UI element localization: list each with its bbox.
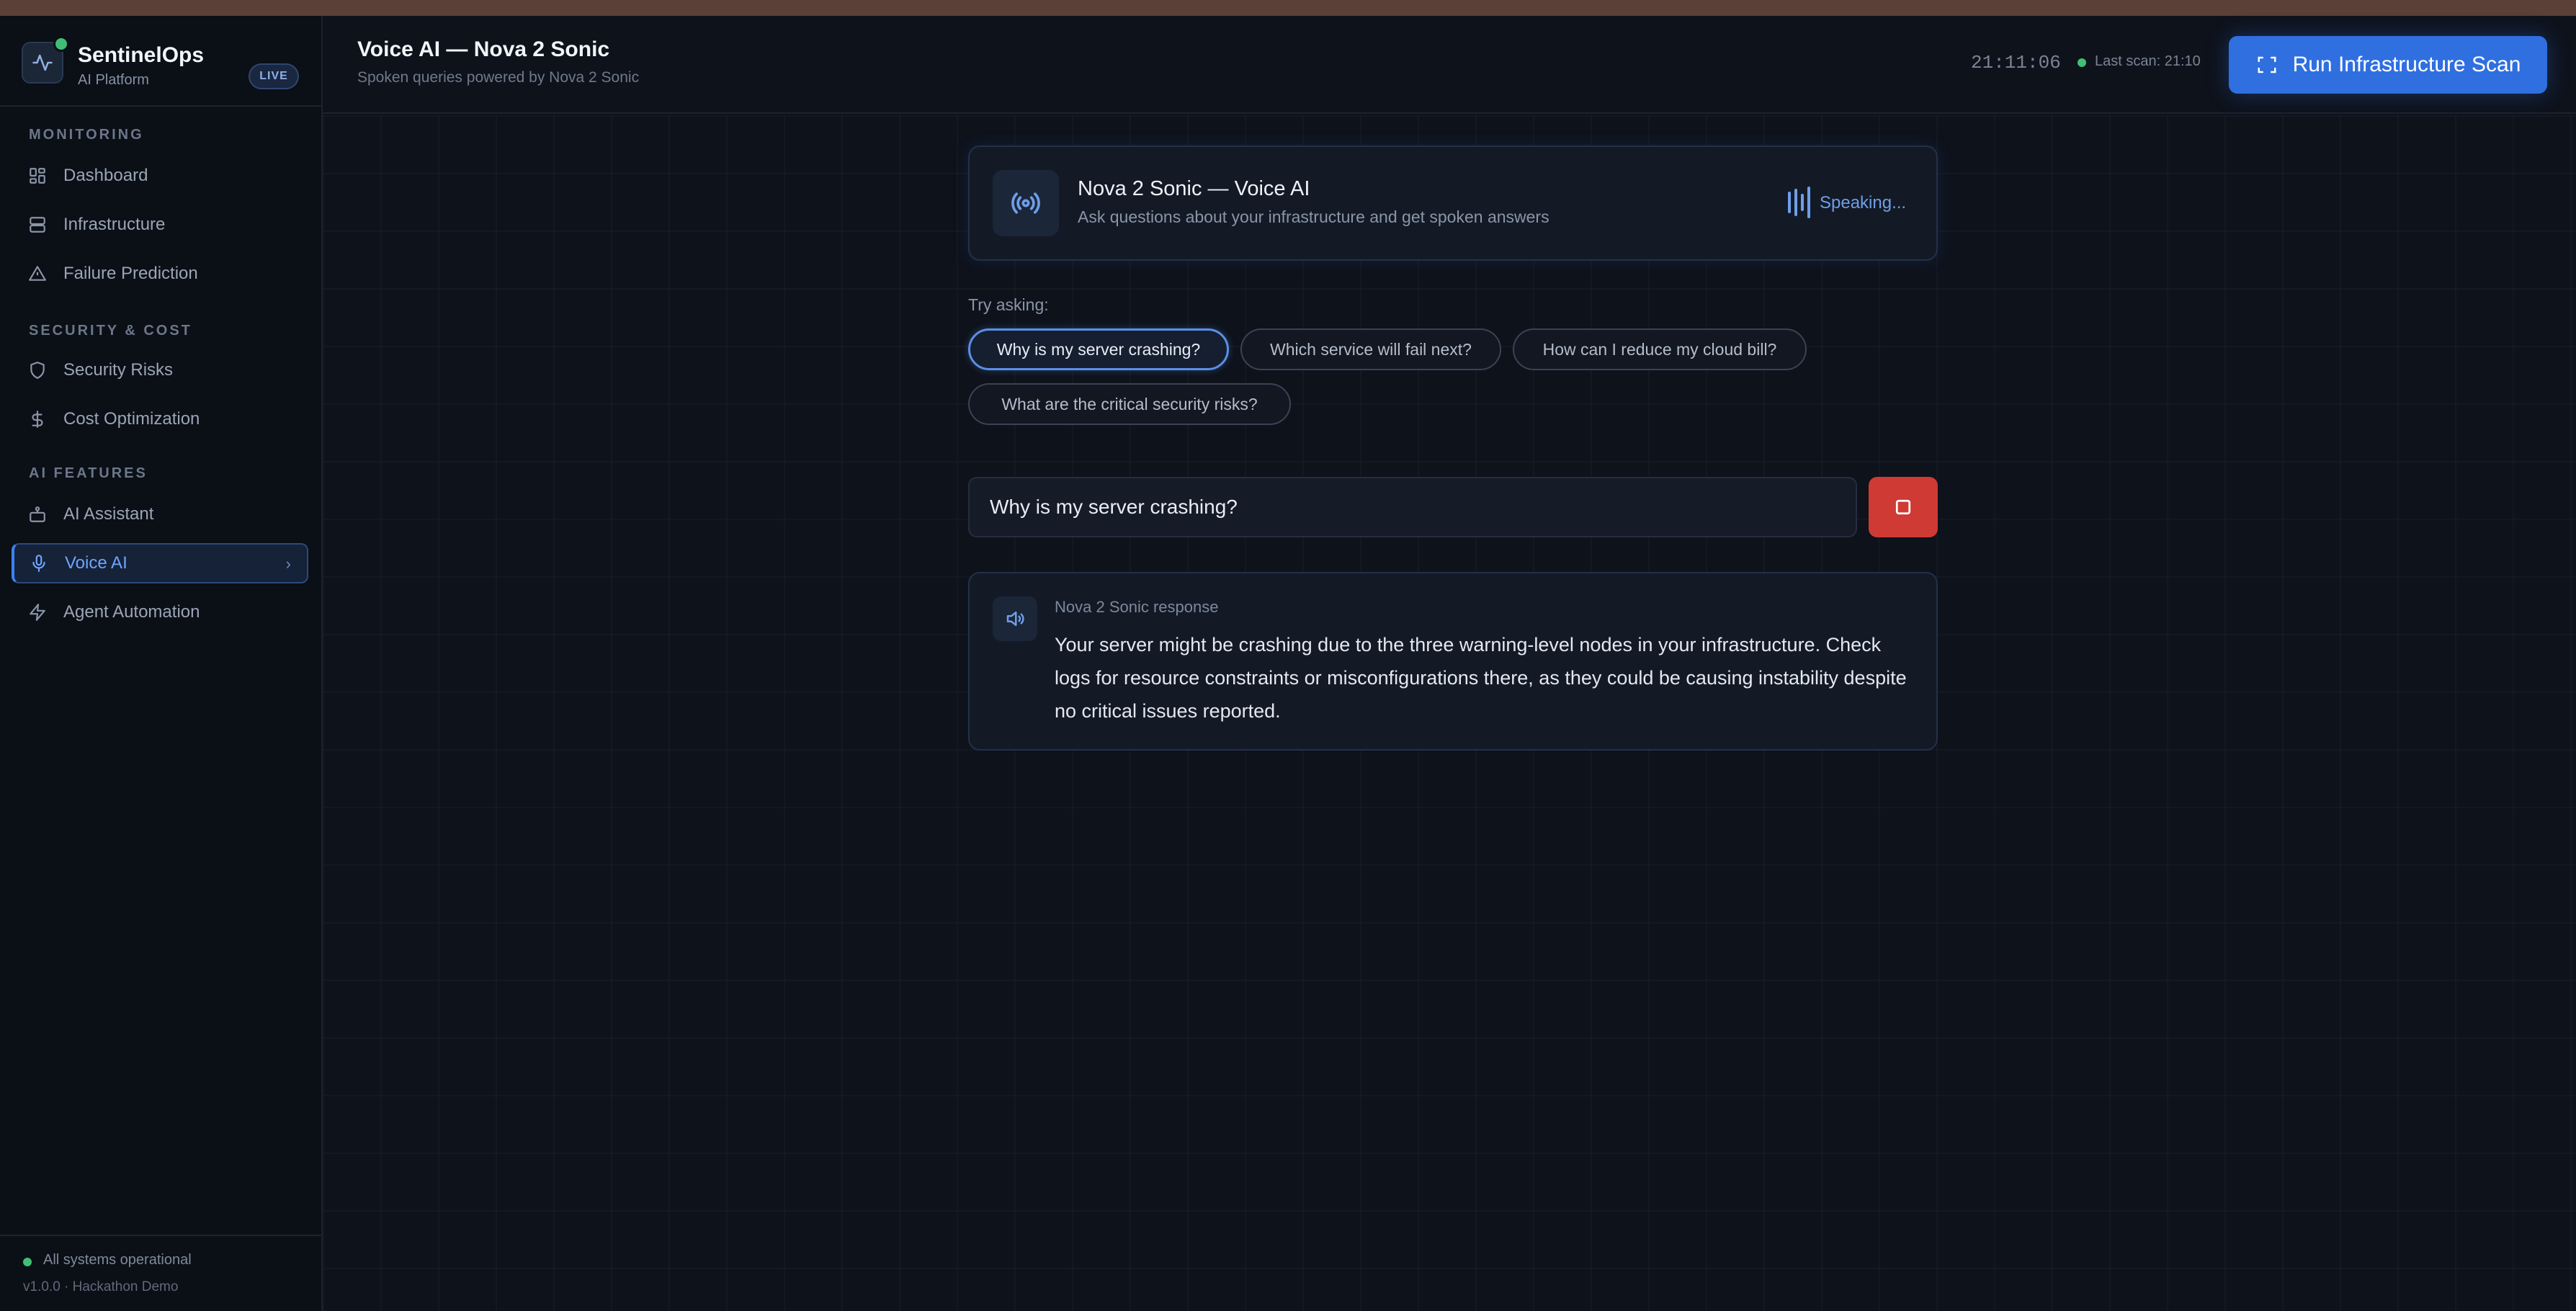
chevron-right-icon: › <box>285 555 291 573</box>
sidebar-item-failure-prediction[interactable]: Failure Prediction <box>12 254 308 294</box>
sidebar-item-label: Voice AI <box>65 553 128 573</box>
voice-query-input[interactable] <box>968 477 1857 537</box>
dollar-icon <box>27 409 48 429</box>
brand-subtitle: AI Platform <box>78 72 149 88</box>
voice-card-subtitle: Ask questions about your infrastructure … <box>1078 207 1549 226</box>
try-asking-label: Try asking: <box>968 295 1049 314</box>
divider <box>0 1235 321 1236</box>
header: Voice AI — Nova 2 Sonic Spoken queries p… <box>323 16 2576 114</box>
brand[interactable]: SentinelOps AI Platform LIVE <box>22 36 303 94</box>
status-indicator <box>23 1258 32 1266</box>
sidebar-item-label: Infrastructure <box>63 215 166 234</box>
scan-status-indicator <box>2078 58 2086 67</box>
microphone-icon <box>29 553 49 573</box>
suggestion-chip[interactable]: Which service will fail next? <box>1240 328 1501 370</box>
sidebar-item-cost-optimization[interactable]: Cost Optimization <box>12 399 308 439</box>
divider <box>0 105 321 107</box>
robot-icon <box>27 504 48 524</box>
shield-icon <box>27 360 48 380</box>
sidebar-item-voice-ai[interactable]: Voice AI › <box>12 543 308 583</box>
sidebar-item-dashboard[interactable]: Dashboard <box>12 156 308 196</box>
audio-wave-icon <box>1788 184 1814 220</box>
voice-card-title: Nova 2 Sonic — Voice AI <box>1078 177 1310 200</box>
app-window: SentinelOps AI Platform LIVE MONITORING … <box>0 16 2576 1311</box>
sidebar-item-infrastructure[interactable]: Infrastructure <box>12 205 308 245</box>
sidebar-item-label: Security Risks <box>63 360 174 380</box>
sidebar-item-security-risks[interactable]: Security Risks <box>12 350 308 390</box>
system-status: All systems operational <box>43 1252 192 1268</box>
sidebar-item-label: Cost Optimization <box>63 409 200 429</box>
clock: 21:11:06 <box>1971 52 2061 73</box>
section-heading-ai-features: AI FEATURES <box>29 465 148 481</box>
stop-button[interactable] <box>1869 477 1938 537</box>
speaker-icon <box>993 596 1037 641</box>
section-heading-security-cost: SECURITY & COST <box>29 323 192 339</box>
sidebar-item-label: AI Assistant <box>63 504 154 524</box>
response-label: Nova 2 Sonic response <box>1055 598 1219 616</box>
page-subtitle: Spoken queries powered by Nova 2 Sonic <box>357 69 640 86</box>
run-infrastructure-scan-button[interactable]: Run Infrastructure Scan <box>2229 36 2547 94</box>
brand-name: SentinelOps <box>78 43 205 67</box>
response-text: Your server might be crashing due to the… <box>1055 634 1907 722</box>
lightning-icon <box>27 602 48 622</box>
live-badge: LIVE <box>249 63 299 89</box>
response-card: Nova 2 Sonic response Your server might … <box>968 572 1938 751</box>
voice-ai-card: Nova 2 Sonic — Voice AI Ask questions ab… <box>968 146 1938 261</box>
section-heading-monitoring: MONITORING <box>29 127 144 143</box>
version-label: v1.0.0 · Hackathon Demo <box>23 1279 179 1294</box>
stop-icon <box>1895 499 1911 515</box>
server-icon <box>27 215 48 235</box>
grid-icon <box>27 166 48 186</box>
speaking-status: Speaking... <box>1820 193 1907 212</box>
online-indicator <box>53 36 69 52</box>
main-content: Nova 2 Sonic — Voice AI Ask questions ab… <box>323 115 2576 1311</box>
sidebar: SentinelOps AI Platform LIVE MONITORING … <box>0 16 323 1311</box>
sidebar-item-label: Failure Prediction <box>63 264 198 283</box>
broadcast-icon <box>993 170 1059 236</box>
scan-icon <box>2255 53 2278 76</box>
last-scan-time: Last scan: 21:10 <box>2095 53 2201 69</box>
sidebar-item-ai-assistant[interactable]: AI Assistant <box>12 494 308 534</box>
sidebar-item-label: Dashboard <box>63 166 148 185</box>
suggestion-chip[interactable]: Why is my server crashing? <box>968 328 1229 370</box>
suggestion-chip[interactable]: How can I reduce my cloud bill? <box>1513 328 1807 370</box>
page-title: Voice AI — Nova 2 Sonic <box>357 37 610 61</box>
suggestion-chip[interactable]: What are the critical security risks? <box>968 383 1291 425</box>
window-top-strip <box>0 0 2576 16</box>
sidebar-item-label: Agent Automation <box>63 602 200 622</box>
warning-triangle-icon <box>27 264 48 284</box>
run-scan-label: Run Infrastructure Scan <box>2292 53 2521 76</box>
sidebar-item-agent-automation[interactable]: Agent Automation <box>12 592 308 632</box>
